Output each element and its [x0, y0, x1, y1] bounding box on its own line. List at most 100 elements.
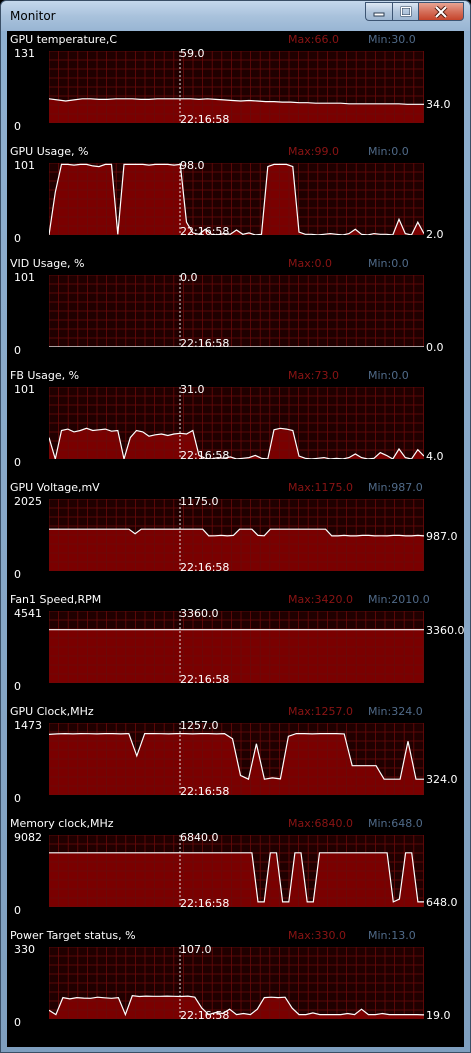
graph-cursor-value: 0.0 [180, 271, 198, 284]
graph-y-min-label: 0 [14, 1016, 21, 1029]
graph-y-max-label: 131 [14, 47, 35, 60]
graph-title: Power Target status, % [10, 929, 136, 942]
monitor-graph-panel[interactable]: GPU Clock,MHz Max:1257.0 Min:324.0 1473 0 125… [7, 703, 464, 815]
graph-title: GPU Usage, % [10, 145, 89, 158]
graph-last-value: 19.0 [426, 1008, 451, 1022]
graph-max-value: Max:99.0 [288, 145, 339, 158]
graph-y-min-label: 0 [14, 792, 21, 805]
graph-y-min-label: 0 [14, 904, 21, 917]
graph-y-min-label: 0 [14, 456, 21, 469]
graph-cursor-time: 22:16:58 [180, 225, 230, 238]
monitor-graph-panel[interactable]: GPU temperature,C Max:66.0 Min:30.0 131 0 59.… [7, 31, 464, 143]
graph-min-value: Min:30.0 [368, 33, 416, 46]
graph-cursor-value: 1175.0 [180, 495, 219, 508]
graph-cursor-time: 22:16:58 [180, 1009, 230, 1022]
graph-max-value: Max:66.0 [288, 33, 339, 46]
graph-last-value: 3360.0 [426, 623, 465, 637]
graph-title: Memory clock,MHz [10, 817, 114, 830]
graph-last-value: 4.0 [426, 450, 444, 464]
graph-max-value: Max:1175.0 [288, 481, 353, 494]
graph-y-max-label: 2025 [14, 495, 42, 508]
graph-y-max-label: 101 [14, 383, 35, 396]
graph-y-min-label: 0 [14, 680, 21, 693]
graph-max-value: Max:3420.0 [288, 593, 353, 606]
graph-max-value: Max:1257.0 [288, 705, 353, 718]
close-button[interactable] [418, 2, 464, 21]
monitor-window: Monitor GPU temperature,C Max:66.0 Min:30.… [0, 0, 471, 1053]
window-title: Monitor [10, 9, 56, 23]
graph-plot-area [49, 51, 424, 123]
graph-plot-area [49, 835, 424, 907]
graph-max-value: Max:73.0 [288, 369, 339, 382]
maximize-icon [400, 6, 411, 17]
graph-last-value: 648.0 [426, 895, 458, 909]
graph-min-value: Min:648.0 [368, 817, 423, 830]
graph-y-min-label: 0 [14, 344, 21, 357]
monitor-graph-panel[interactable]: Fan1 Speed,RPM Max:3420.0 Min:2010.0 4541 0 3… [7, 591, 465, 703]
graph-plot-area [49, 163, 424, 235]
graph-y-min-label: 0 [14, 568, 21, 581]
window-controls [365, 2, 464, 21]
graph-min-value: Min:0.0 [368, 369, 409, 382]
graph-title: GPU Clock,MHz [10, 705, 94, 718]
graph-max-value: Max:6840.0 [288, 817, 353, 830]
monitor-graph-panel[interactable]: FB Usage, % Max:73.0 Min:0.0 101 0 31.0 22:16:… [7, 367, 464, 479]
graph-plot-area [49, 723, 424, 795]
graph-cursor-value: 3360.0 [180, 607, 219, 620]
graph-y-min-label: 0 [14, 232, 21, 245]
graph-last-value: 34.0 [426, 98, 451, 112]
graph-plot-area [49, 611, 424, 683]
graph-title: VID Usage, % [10, 257, 85, 270]
close-icon [434, 5, 448, 18]
graph-title: Fan1 Speed,RPM [10, 593, 102, 606]
graph-max-value: Max:0.0 [288, 257, 332, 270]
graph-plot-area [49, 947, 424, 1019]
graph-title: GPU Voltage,mV [10, 481, 100, 494]
monitor-graph-panel[interactable]: GPU Usage, % Max:99.0 Min:0.0 101 0 98.0 22:16… [7, 143, 464, 255]
graph-cursor-time: 22:16:58 [180, 113, 230, 126]
graph-cursor-value: 59.0 [180, 47, 205, 60]
graph-y-max-label: 101 [14, 159, 35, 172]
monitor-panels[interactable]: GPU temperature,C Max:66.0 Min:30.0 131 0 59.… [7, 31, 465, 1047]
monitor-graph-panel[interactable]: GPU Voltage,mV Max:1175.0 Min:987.0 2025 0 11… [7, 479, 464, 591]
minimize-icon [373, 12, 385, 16]
graph-min-value: Min:324.0 [368, 705, 423, 718]
graph-plot-area [49, 275, 424, 347]
graph-plot-area [49, 387, 424, 459]
graph-plot-area [49, 499, 424, 571]
graph-cursor-value: 31.0 [180, 383, 205, 396]
graph-title: GPU temperature,C [10, 33, 118, 46]
graph-last-value: 987.0 [426, 529, 458, 543]
graph-min-value: Min:0.0 [368, 257, 409, 270]
graph-cursor-time: 22:16:58 [180, 449, 230, 462]
graph-last-value: 0.0 [426, 341, 444, 354]
graph-y-max-label: 4541 [14, 607, 42, 620]
minimize-button[interactable] [365, 2, 392, 21]
graph-min-value: Min:987.0 [368, 481, 423, 494]
graph-cursor-time: 22:16:58 [180, 561, 230, 574]
graph-max-value: Max:330.0 [288, 929, 346, 942]
graph-y-min-label: 0 [14, 120, 21, 133]
graph-min-value: Min:2010.0 [368, 593, 430, 606]
graph-cursor-value: 6840.0 [180, 831, 219, 844]
graph-y-max-label: 1473 [14, 719, 42, 732]
graph-last-value: 324.0 [426, 773, 458, 787]
graph-y-max-label: 101 [14, 271, 35, 284]
maximize-button[interactable] [392, 2, 418, 21]
graph-title: FB Usage, % [10, 369, 80, 382]
graph-cursor-time: 22:16:58 [180, 673, 230, 686]
monitor-graph-panel[interactable]: VID Usage, % Max:0.0 Min:0.0 101 0 0.0 22:16:5… [7, 255, 464, 367]
graph-cursor-value: 1257.0 [180, 719, 219, 732]
graph-cursor-time: 22:16:58 [180, 785, 230, 798]
graph-last-value: 2.0 [426, 227, 444, 241]
graph-min-value: Min:0.0 [368, 145, 409, 158]
monitor-graph-panel[interactable]: Power Target status, % Max:330.0 Min:13.0 3… [7, 927, 464, 1039]
graph-y-max-label: 9082 [14, 831, 42, 844]
monitor-graph-panel[interactable]: Memory clock,MHz Max:6840.0 Min:648.0 9082 0… [7, 815, 464, 927]
graph-cursor-value: 98.0 [180, 159, 205, 172]
graph-cursor-value: 107.0 [180, 943, 212, 956]
title-bar[interactable]: Monitor [1, 1, 470, 31]
graph-cursor-time: 22:16:58 [180, 897, 230, 910]
graph-cursor-time: 22:16:58 [180, 337, 230, 350]
graph-y-max-label: 330 [14, 943, 35, 956]
